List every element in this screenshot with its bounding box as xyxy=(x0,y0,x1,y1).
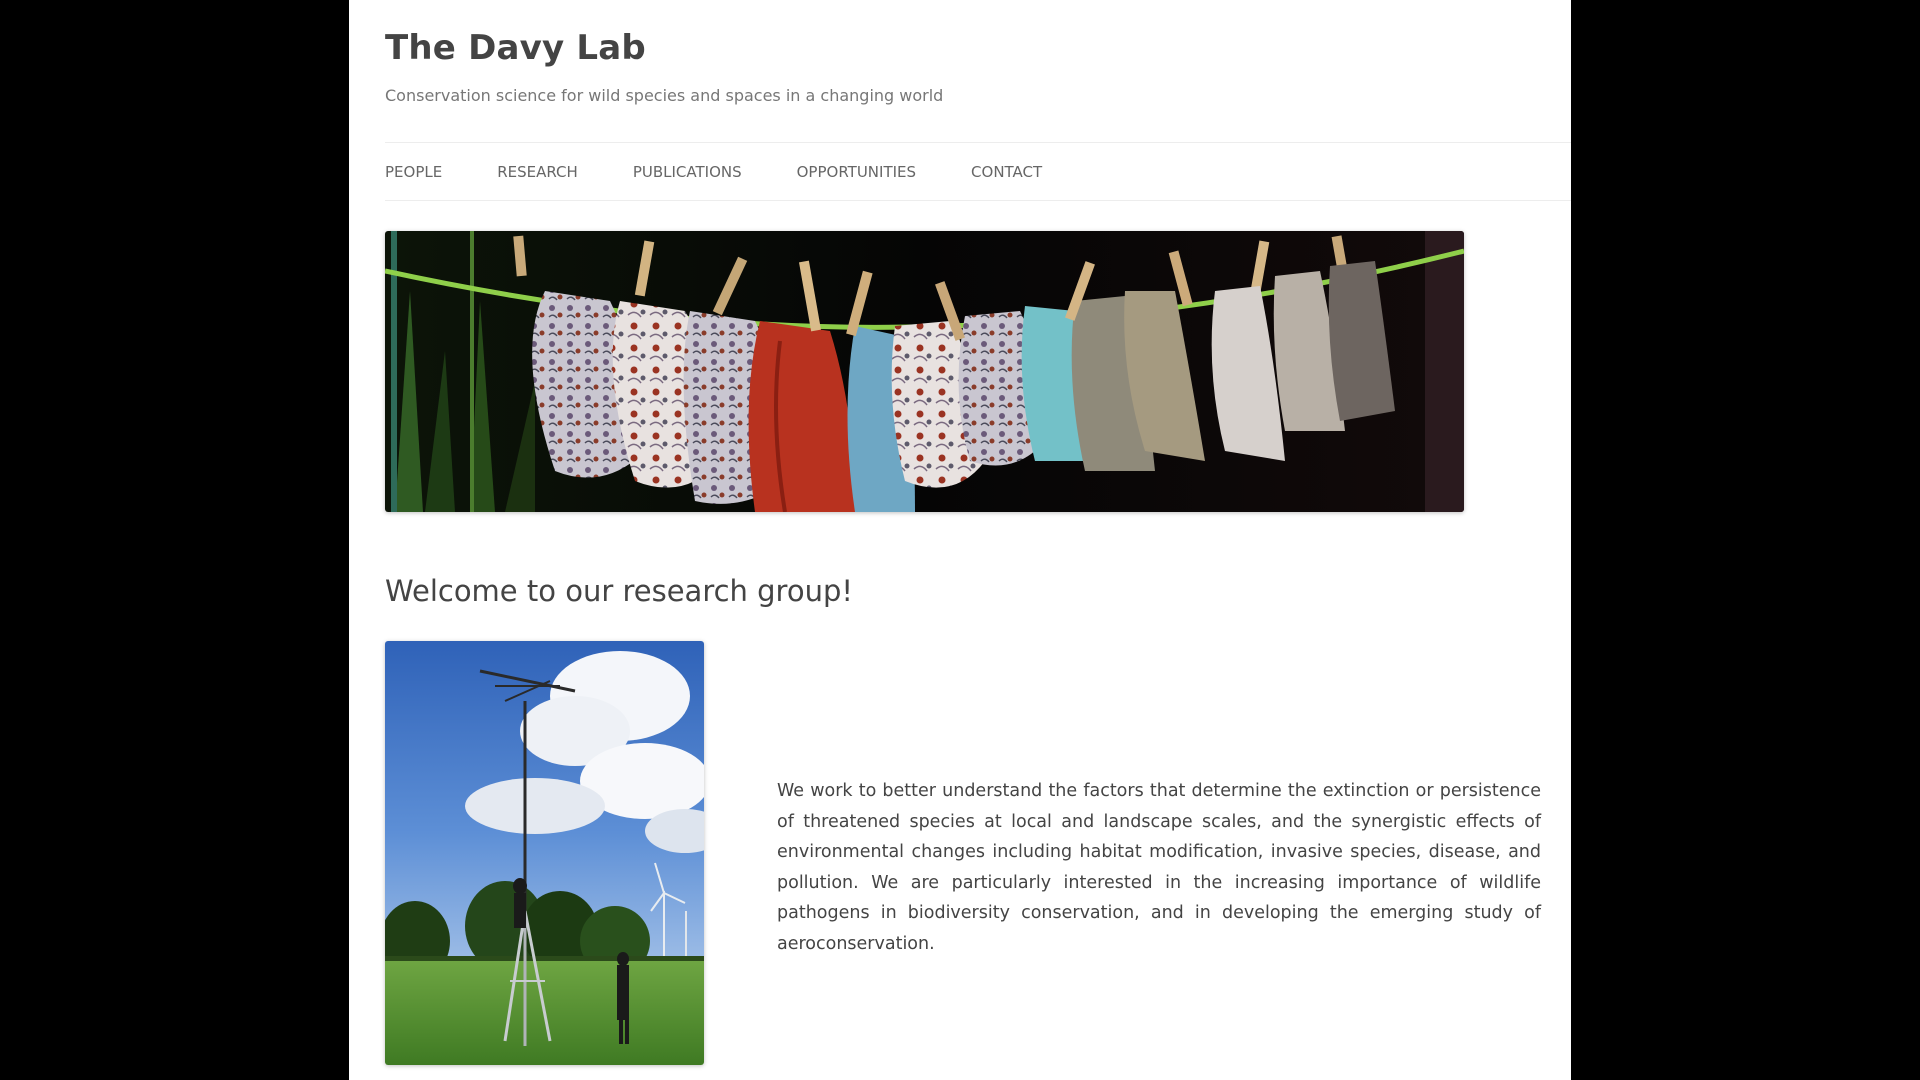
nav-link-opportunities[interactable]: OPPORTUNITIES xyxy=(797,163,916,181)
nav-link-publications[interactable]: PUBLICATIONS xyxy=(633,163,742,181)
nav-link-people[interactable]: PEOPLE xyxy=(385,163,442,181)
main-navigation: PEOPLE RESEARCH PUBLICATIONS OPPORTUNITI… xyxy=(385,142,1571,201)
nav-link-research[interactable]: RESEARCH xyxy=(497,163,578,181)
intro-paragraph: We work to better understand the factors… xyxy=(777,781,1541,954)
nav-item-people: PEOPLE xyxy=(385,162,442,181)
nav-list: PEOPLE RESEARCH PUBLICATIONS OPPORTUNITI… xyxy=(385,143,1571,200)
site-title[interactable]: The Davy Lab xyxy=(385,28,646,68)
antenna-field-photo xyxy=(385,641,704,1065)
nav-link-contact[interactable]: CONTACT xyxy=(971,163,1042,181)
page: The Davy Lab Conservation science for wi… xyxy=(349,0,1571,1080)
welcome-heading: Welcome to our research group! xyxy=(385,574,853,608)
nav-item-opportunities: OPPORTUNITIES xyxy=(797,162,916,181)
nav-item-contact: CONTACT xyxy=(971,162,1042,181)
nav-item-research: RESEARCH xyxy=(497,162,578,181)
site-tagline: Conservation science for wild species an… xyxy=(385,86,944,105)
header-banner-image xyxy=(385,231,1464,512)
nav-item-publications: PUBLICATIONS xyxy=(633,162,742,181)
